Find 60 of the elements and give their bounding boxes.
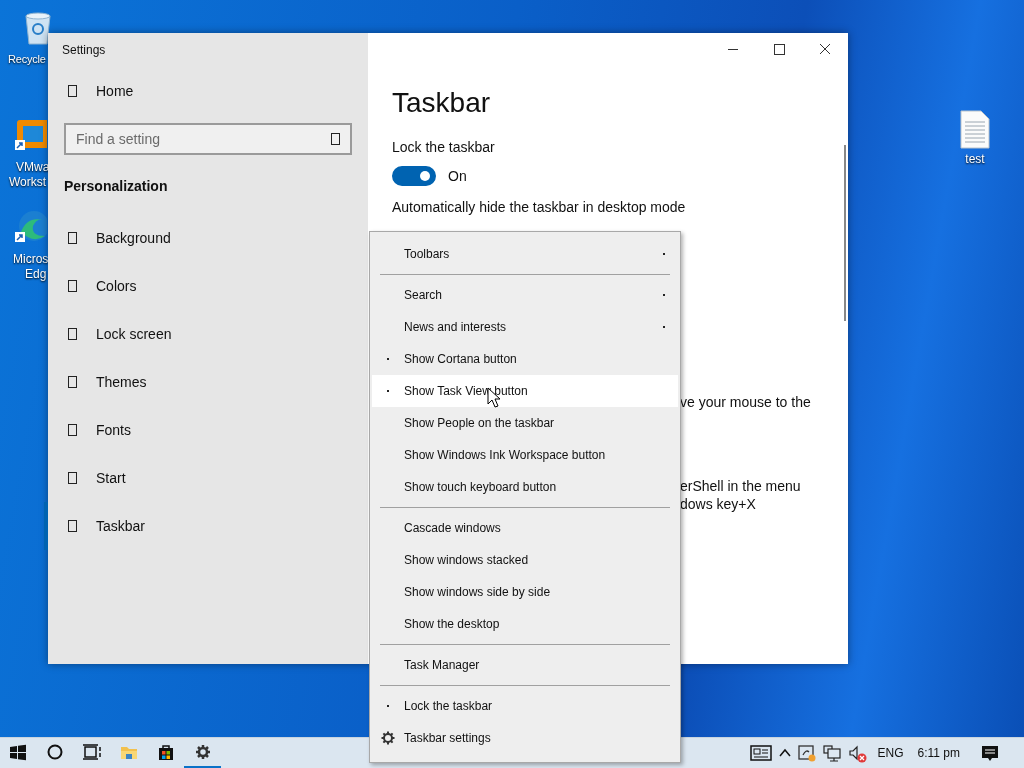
wired-network-icon[interactable] — [820, 743, 843, 763]
menu-item[interactable]: Search — [372, 279, 678, 311]
section-heading: Personalization — [63, 177, 169, 196]
icon-label: VMwa — [16, 160, 50, 175]
placeholder-glyph-icon — [68, 520, 77, 532]
placeholder-glyph-icon — [331, 133, 340, 145]
placeholder-glyph-icon — [68, 232, 77, 244]
sync-app-icon[interactable] — [796, 743, 817, 763]
menu-item[interactable]: Show windows stacked — [372, 544, 678, 576]
submenu-arrow-icon — [662, 252, 666, 256]
icon-label: Micros — [13, 252, 49, 267]
clock[interactable]: 6:11 pm — [910, 746, 980, 760]
setting-description: ve your mouse to the — [680, 393, 812, 411]
icon-label: test — [965, 152, 985, 167]
placeholder-glyph-icon — [68, 85, 77, 97]
menu-item[interactable]: Toolbars — [372, 238, 678, 270]
icon-label: Recycle — [8, 52, 46, 67]
submenu-arrow-icon — [662, 293, 666, 297]
menu-item[interactable]: Lock the taskbar — [372, 690, 678, 722]
menu-item[interactable]: Show windows side by side — [372, 576, 678, 608]
setting-label: Lock the taskbar — [392, 139, 496, 155]
placeholder-glyph-icon — [68, 280, 77, 292]
text-file-icon[interactable] — [957, 110, 993, 150]
setting-description: dows key+X — [680, 495, 757, 513]
task-view-icon — [80, 742, 103, 762]
placeholder-glyph-icon — [68, 472, 77, 484]
setting-description: erShell in the menu — [680, 477, 802, 495]
speaker-muted-icon[interactable] — [846, 743, 869, 763]
menu-item[interactable]: Show Windows Ink Workspace button — [372, 439, 678, 471]
notification-icon[interactable] — [980, 743, 1000, 763]
menu-item[interactable]: Cascade windows — [372, 512, 678, 544]
language-indicator[interactable]: ENG — [870, 746, 911, 760]
page-heading: Taskbar — [392, 87, 492, 120]
sidebar-item[interactable]: Start — [44, 454, 368, 502]
start-icon — [7, 742, 29, 762]
window-title: Settings — [61, 42, 107, 59]
placeholder-glyph-icon — [68, 376, 77, 388]
newspaper-icon[interactable] — [748, 743, 773, 763]
home-nav-item[interactable]: Home — [44, 67, 368, 115]
sidebar-item[interactable]: Fonts — [44, 406, 368, 454]
submenu-arrow-icon — [662, 325, 666, 329]
sidebar-item[interactable]: Themes — [44, 358, 368, 406]
menu-item[interactable]: Show Cortana button — [372, 343, 678, 375]
toggle-switch[interactable] — [392, 166, 436, 186]
menu-item[interactable]: Task Manager — [372, 649, 678, 681]
settings-icon — [381, 731, 395, 745]
toggle-state-text: On — [448, 168, 467, 184]
icon-label: Edg — [25, 267, 47, 282]
menu-item[interactable]: Taskbar settings — [372, 722, 678, 754]
scrollbar[interactable] — [844, 145, 846, 321]
menu-item[interactable]: Show People on the taskbar — [372, 407, 678, 439]
icon-label: Workst — [9, 175, 47, 190]
menu-item[interactable]: Show the desktop — [372, 608, 678, 640]
search-field[interactable]: Find a setting — [64, 123, 352, 155]
menu-item[interactable]: Show touch keyboard button — [372, 471, 678, 503]
placeholder-glyph-icon — [68, 424, 77, 436]
setting-label: Automatically hide the taskbar in desktop mode — [392, 199, 687, 215]
sidebar-item[interactable]: Lock screen — [44, 310, 368, 358]
menu-item[interactable]: News and interests — [372, 311, 678, 343]
placeholder-glyph-icon — [68, 328, 77, 340]
